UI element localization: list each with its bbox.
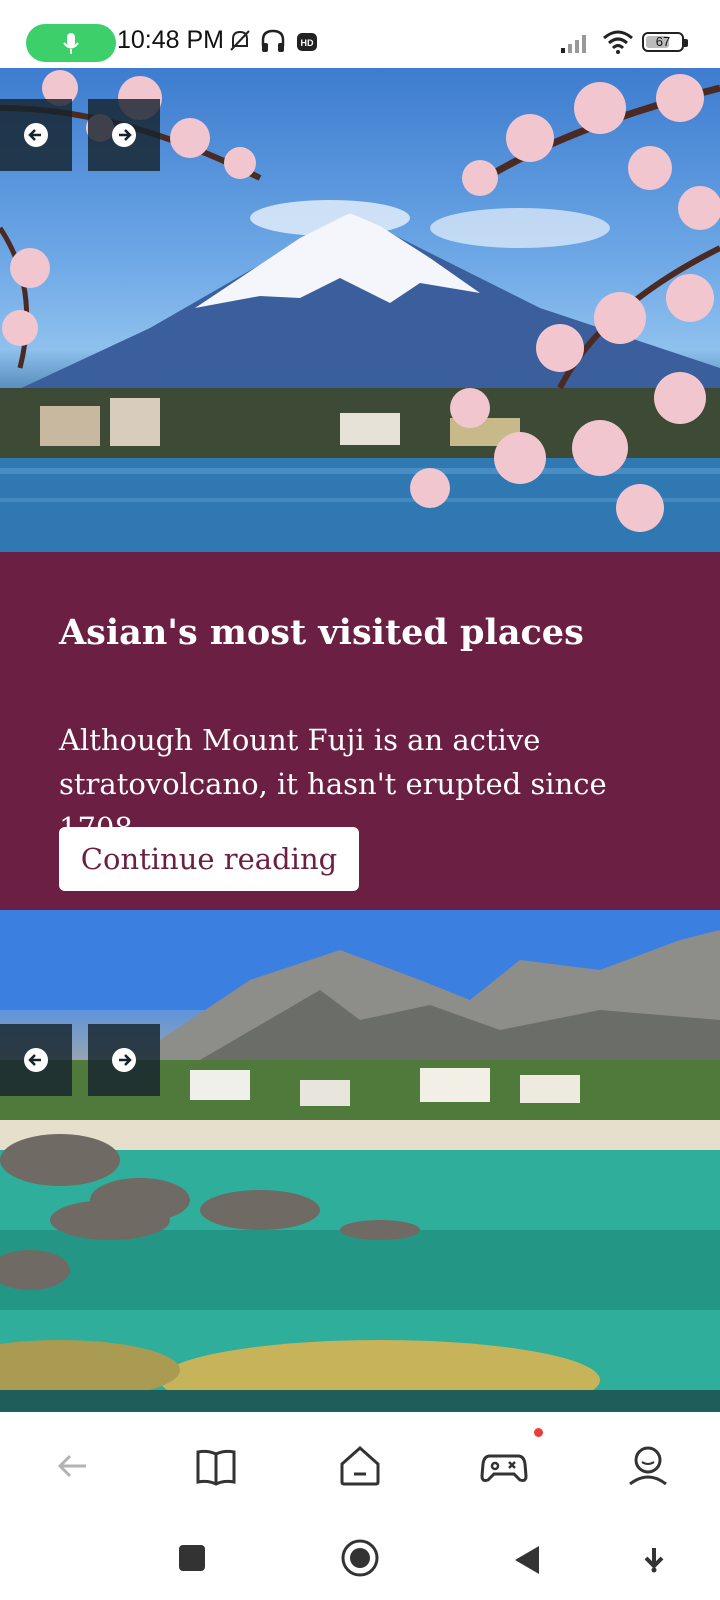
hd-icon: HD	[297, 33, 317, 51]
hero-image-coast	[0, 910, 720, 1390]
battery-level: 67	[655, 34, 671, 49]
book-icon	[196, 1449, 236, 1486]
arrow-right-circle-icon	[112, 1048, 136, 1072]
nav-book-button[interactable]	[192, 1442, 240, 1490]
wifi-icon	[603, 30, 633, 54]
continue-reading-button[interactable]: Continue reading	[59, 827, 359, 891]
battery-icon: 67	[642, 32, 688, 52]
svg-text:HD: HD	[301, 38, 314, 48]
system-nav-bar	[0, 1520, 720, 1600]
article-title: Asian's most visited places	[59, 612, 584, 653]
mic-active-pill[interactable]	[26, 24, 116, 62]
carousel-prev-button[interactable]	[0, 99, 72, 171]
nav-games-button[interactable]	[480, 1442, 528, 1490]
notification-badge	[534, 1428, 543, 1437]
signal-icon	[561, 35, 586, 53]
carousel-prev-button-2[interactable]	[0, 1024, 72, 1096]
app-bottom-nav	[0, 1412, 720, 1520]
profile-icon	[629, 1446, 667, 1486]
section-divider	[0, 1390, 720, 1412]
back-triangle-icon[interactable]	[513, 1544, 541, 1576]
arrow-left-circle-icon	[24, 1048, 48, 1072]
carousel-next-button[interactable]	[88, 99, 160, 171]
nav-home-button[interactable]	[336, 1442, 384, 1490]
download-arrow-icon[interactable]	[640, 1544, 668, 1574]
carousel-next-button-2[interactable]	[88, 1024, 160, 1096]
status-time: 10:48 PM	[117, 26, 225, 54]
featured-article-card: Asian's most visited places Although Mou…	[0, 552, 720, 910]
back-icon	[57, 1454, 86, 1478]
home-circle-icon[interactable]	[340, 1538, 380, 1578]
recents-square-icon[interactable]	[178, 1544, 206, 1572]
bell-off-icon	[230, 30, 250, 51]
arrow-left-circle-icon	[24, 123, 48, 147]
status-bar: 10:48 PM HD 67	[0, 0, 720, 68]
arrow-right-circle-icon	[112, 123, 136, 147]
hero-image-mount-fuji	[0, 68, 720, 552]
gamepad-icon	[480, 1454, 528, 1482]
headphones-icon	[261, 29, 285, 52]
home-icon	[340, 1445, 380, 1486]
nav-profile-button[interactable]	[624, 1442, 672, 1490]
mic-icon	[63, 33, 79, 54]
nav-back-button[interactable]	[48, 1442, 96, 1490]
